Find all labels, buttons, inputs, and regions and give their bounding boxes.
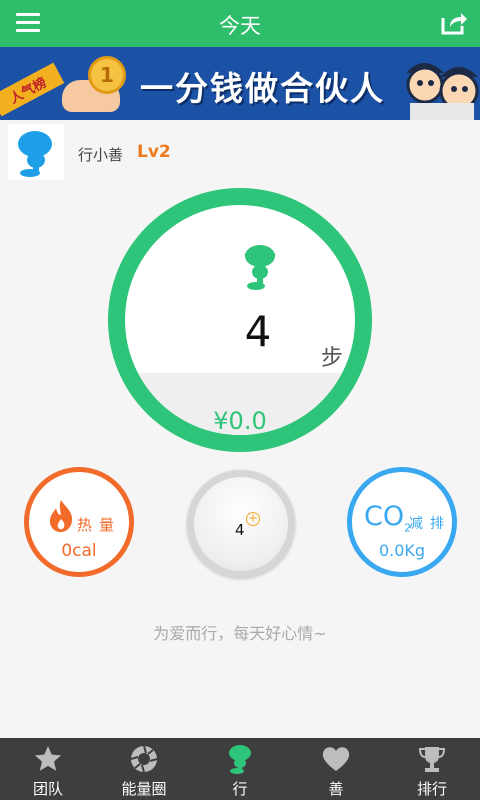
co2-circle[interactable]: CO2 减排 0.0Kg	[347, 467, 457, 577]
coin-icon: 1	[88, 56, 126, 94]
step-unit: 步	[321, 346, 344, 371]
page-title: 今天	[219, 14, 261, 38]
mascot-icon	[240, 242, 280, 292]
banner-kids-image	[404, 53, 480, 120]
tab-label-walk: 行	[232, 780, 248, 798]
co2-symbol: CO	[364, 501, 405, 532]
avatar[interactable]	[8, 124, 64, 180]
step-ring-face: 4 步 ¥0.0	[125, 205, 355, 435]
flame-icon	[47, 499, 75, 533]
calorie-circle[interactable]: 热量 0cal	[24, 467, 134, 577]
tab-energy-circle[interactable]: 能量圈	[96, 738, 192, 800]
tab-walk[interactable]: 行	[192, 738, 288, 800]
co2-value: 0.0Kg	[378, 541, 426, 560]
bottom-tab-bar: 团队 能量圈 行 善 排行	[0, 738, 480, 800]
tab-good[interactable]: 善	[288, 738, 384, 800]
username: 行小善	[78, 146, 124, 164]
banner-text: 一分钱做合伙人	[140, 69, 385, 108]
tab-label-energy-circle: 能量圈	[121, 780, 167, 798]
tab-label-team: 团队	[32, 780, 63, 798]
step-ring[interactable]: 4 步 ¥0.0	[108, 188, 372, 452]
mascot-tab-icon	[225, 744, 255, 774]
heart-icon	[321, 744, 351, 774]
level-badge: Lv2	[137, 142, 171, 162]
tab-label-good: 善	[328, 780, 344, 798]
step-counter-button[interactable]: 4 +	[187, 470, 295, 578]
counter-face: 4 +	[194, 477, 288, 571]
tab-ranking[interactable]: 排行	[384, 738, 480, 800]
top-bar: 今天	[0, 0, 480, 47]
co2-icon: CO2	[364, 501, 411, 534]
co2-label: 减排	[409, 516, 451, 532]
counter-value: 4	[235, 521, 245, 539]
plus-icon: +	[246, 511, 260, 526]
slogan-text: 为爱而行，每天好心情~	[153, 624, 327, 643]
share-icon[interactable]	[440, 10, 468, 36]
tab-team[interactable]: 团队	[0, 738, 96, 800]
trophy-icon	[417, 744, 447, 774]
tab-label-ranking: 排行	[416, 780, 447, 798]
calorie-label: 热量	[77, 516, 122, 534]
calorie-value: 0cal	[61, 541, 97, 561]
aperture-icon	[129, 744, 159, 774]
step-count: 4	[244, 307, 272, 356]
money-value: ¥0.0	[213, 407, 267, 435]
star-icon	[33, 744, 63, 774]
